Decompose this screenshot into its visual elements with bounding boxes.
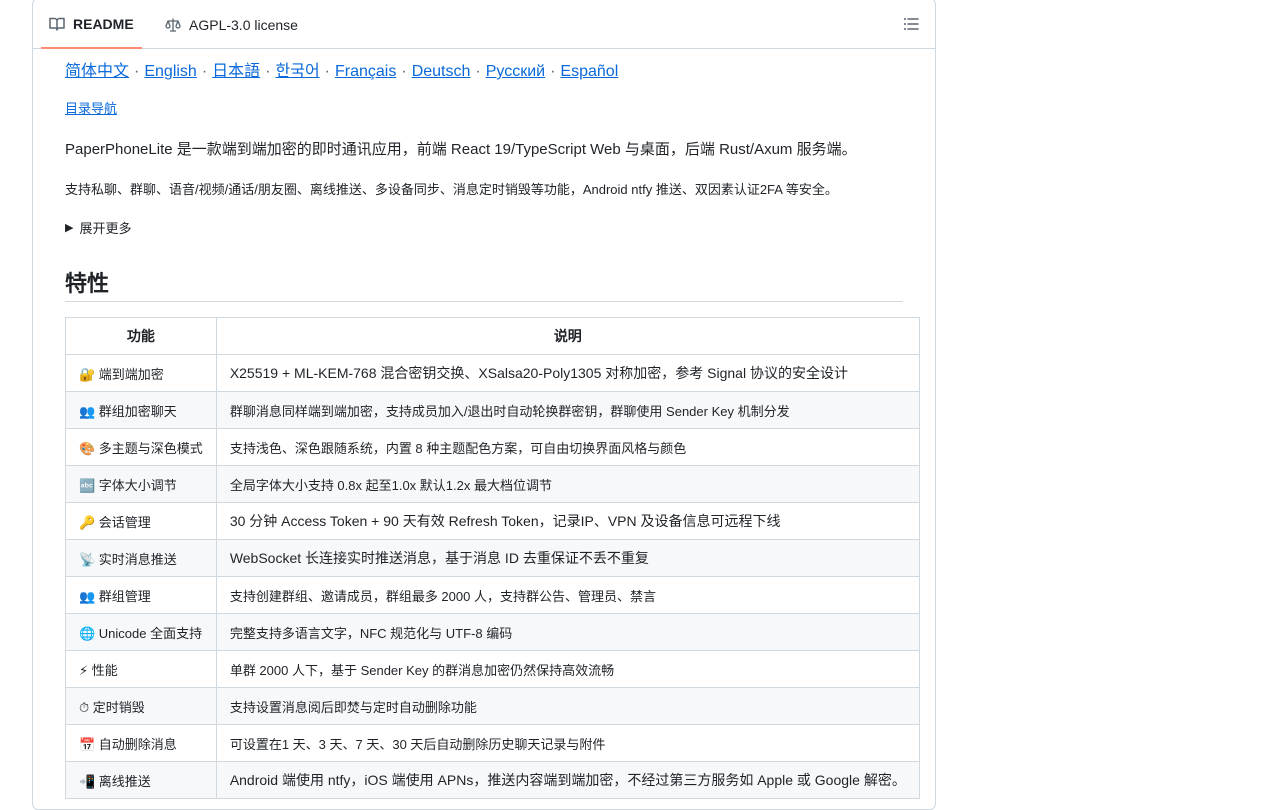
lang-sep: · bbox=[265, 63, 271, 80]
table-row: 📅 自动删除消息 可设置在1 天、3 天、7 天、30 天后自动删除历史聊天记录与… bbox=[65, 724, 920, 762]
tab-license-label: AGPL-3.0 license bbox=[189, 17, 298, 33]
feature-desc-cell: 完整支持多语言文字，NFC 规范化与 UTF-8 编码 bbox=[215, 613, 920, 651]
lang-sep: · bbox=[401, 63, 407, 80]
lang-link-es[interactable]: Español bbox=[560, 63, 618, 80]
toc-link[interactable]: 目录导航 bbox=[65, 98, 117, 117]
features-table-body: 🔐 端到端加密 X25519 + ML-KEM-768 混合密钥交换、XSalsa… bbox=[65, 354, 920, 799]
tab-readme-label: README bbox=[73, 16, 134, 32]
lang-sep: · bbox=[201, 63, 208, 80]
lang-link-en[interactable]: English bbox=[144, 63, 196, 80]
table-row: 🔤 字体大小调节 全局字体大小支持 0.8x 起至1.0x 默认1.2x 最大档位… bbox=[65, 465, 920, 503]
tab-readme[interactable]: README bbox=[41, 1, 142, 49]
table-header-cell: 说明 bbox=[215, 317, 920, 355]
details-toggle[interactable]: ▶ 展开更多 bbox=[65, 218, 131, 237]
table-row: ⏱ 定时销毁 支持设置消息阅后即焚与定时自动删除功能 bbox=[65, 687, 920, 725]
table-row: ⚡ 性能 单群 2000 人下，基于 Sender Key 的群消息加密仍然保持高… bbox=[65, 650, 920, 688]
law-scale-icon bbox=[165, 18, 181, 32]
feature-desc-cell: Android 端使用 ntfy，iOS 端使用 APNs，推送内容端到端加密，… bbox=[215, 761, 920, 799]
table-header-row: 功能 说明 bbox=[65, 317, 920, 355]
lang-link-ja[interactable]: 日本語 bbox=[212, 63, 260, 80]
table-row: 👥 群组加密聊天 群聊消息同样端到端加密，支持成员加入/退出时自动轮换群密钥，群聊… bbox=[65, 391, 920, 429]
lang-link-ko[interactable]: 한국어 bbox=[276, 63, 320, 80]
details-label: 展开更多 bbox=[79, 221, 132, 236]
outline-button[interactable] bbox=[895, 9, 927, 39]
triangle-right-icon: ▶ bbox=[65, 222, 74, 234]
list-unordered-icon bbox=[904, 18, 919, 30]
intro-paragraph: PaperPhoneLite 是一款端到端加密的即时通讯应用，前端 React … bbox=[65, 141, 857, 158]
lang-link-de[interactable]: Deutsch bbox=[412, 63, 471, 80]
feature-name-cell: 👥 群组加密聊天 bbox=[65, 391, 217, 429]
feature-name-cell: 📲 离线推送 bbox=[65, 761, 217, 799]
tab-license[interactable]: AGPL-3.0 license bbox=[157, 1, 306, 49]
feature-name-cell: 🎨 多主题与深色模式 bbox=[65, 428, 217, 466]
table-row: 👥 群组管理 支持创建群组、邀请成员，群组最多 2000 人，支持群公告、管理员、… bbox=[65, 576, 920, 614]
language-links: 简体中文 · English · 日本語 · 한국어 · Français · Deutsch · Ру… bbox=[65, 57, 618, 81]
feature-name-cell: ⚡ 性能 bbox=[65, 650, 217, 688]
table-row: 🎨 多主题与深色模式 支持浅色、深色跟随系统，内置 8 种主题配色方案，可自由切换… bbox=[65, 428, 920, 466]
table-row: 🔐 端到端加密 X25519 + ML-KEM-768 混合密钥交换、XSalsa… bbox=[65, 354, 920, 392]
feature-name-cell: 🔤 字体大小调节 bbox=[65, 465, 217, 503]
table-row: 🔑 会话管理 30 分钟 Access Token + 90 天有效 Refres… bbox=[65, 502, 920, 540]
feature-desc-cell: 支持创建群组、邀请成员，群组最多 2000 人，支持群公告、管理员、禁言 bbox=[215, 576, 920, 614]
lang-sep: · bbox=[134, 63, 140, 80]
feature-desc-cell: 全局字体大小支持 0.8x 起至1.0x 默认1.2x 最大档位调节 bbox=[215, 465, 920, 503]
feature-name-cell: 🔑 会话管理 bbox=[65, 502, 217, 540]
lang-link-ru[interactable]: Русский bbox=[486, 63, 545, 80]
feature-desc-cell: 单群 2000 人下，基于 Sender Key 的群消息加密仍然保持高效流畅 bbox=[215, 650, 920, 688]
feature-desc-cell: 可设置在1 天、3 天、7 天、30 天后自动删除历史聊天记录与附件 bbox=[215, 724, 920, 762]
feature-name-cell: 📡 实时消息推送 bbox=[65, 539, 217, 577]
lang-link-fr[interactable]: Français bbox=[335, 63, 396, 80]
features-table: 功能 说明 🔐 端到端加密 X25519 + ML-KEM-768 混合密钥交换、… bbox=[65, 317, 920, 799]
feature-desc-cell: 30 分钟 Access Token + 90 天有效 Refresh Toke… bbox=[215, 502, 920, 540]
lang-sep: · bbox=[475, 63, 481, 80]
feature-name-cell: 📅 自动删除消息 bbox=[65, 724, 217, 762]
readme-panel: README AGPL-3.0 license 简体中文 · English · 日本語… bbox=[32, 0, 936, 810]
table-header-cell: 功能 bbox=[65, 317, 217, 355]
feature-desc-cell: 群聊消息同样端到端加密，支持成员加入/退出时自动轮换群密钥，群聊使用 Sende… bbox=[215, 391, 920, 429]
feature-desc-cell: X25519 + ML-KEM-768 混合密钥交换、XSalsa20-Poly… bbox=[215, 354, 920, 392]
features-heading: 特性 bbox=[65, 254, 903, 302]
summary-paragraph: 支持私聊、群聊、语音/视频/通话/朋友圈、离线推送、多设备同步、消息定时销毁等功… bbox=[65, 182, 838, 197]
table-row: 📡 实时消息推送 WebSocket 长连接实时推送消息，基于消息 ID 去重保证… bbox=[65, 539, 920, 577]
feature-name-cell: ⏱ 定时销毁 bbox=[65, 687, 217, 725]
table-row: 📲 离线推送 Android 端使用 ntfy，iOS 端使用 APNs，推送内容… bbox=[65, 761, 920, 799]
feature-desc-cell: 支持浅色、深色跟随系统，内置 8 种主题配色方案，可自由切换界面风格与颜色 bbox=[215, 428, 920, 466]
lang-sep: · bbox=[324, 63, 330, 80]
lang-link-zh[interactable]: 简体中文 bbox=[65, 63, 129, 80]
feature-desc-cell: 支持设置消息阅后即焚与定时自动删除功能 bbox=[215, 687, 920, 725]
book-icon bbox=[49, 17, 65, 31]
feature-name-cell: 🔐 端到端加密 bbox=[65, 354, 217, 392]
feature-name-cell: 🌐 Unicode 全面支持 bbox=[65, 613, 217, 651]
feature-desc-cell: WebSocket 长连接实时推送消息，基于消息 ID 去重保证不丢不重复 bbox=[215, 539, 920, 577]
lang-sep: · bbox=[550, 63, 556, 80]
table-row: 🌐 Unicode 全面支持 完整支持多语言文字，NFC 规范化与 UTF-8 编… bbox=[65, 613, 920, 651]
readme-tabbar: README AGPL-3.0 license bbox=[33, 0, 935, 49]
feature-name-cell: 👥 群组管理 bbox=[65, 576, 217, 614]
